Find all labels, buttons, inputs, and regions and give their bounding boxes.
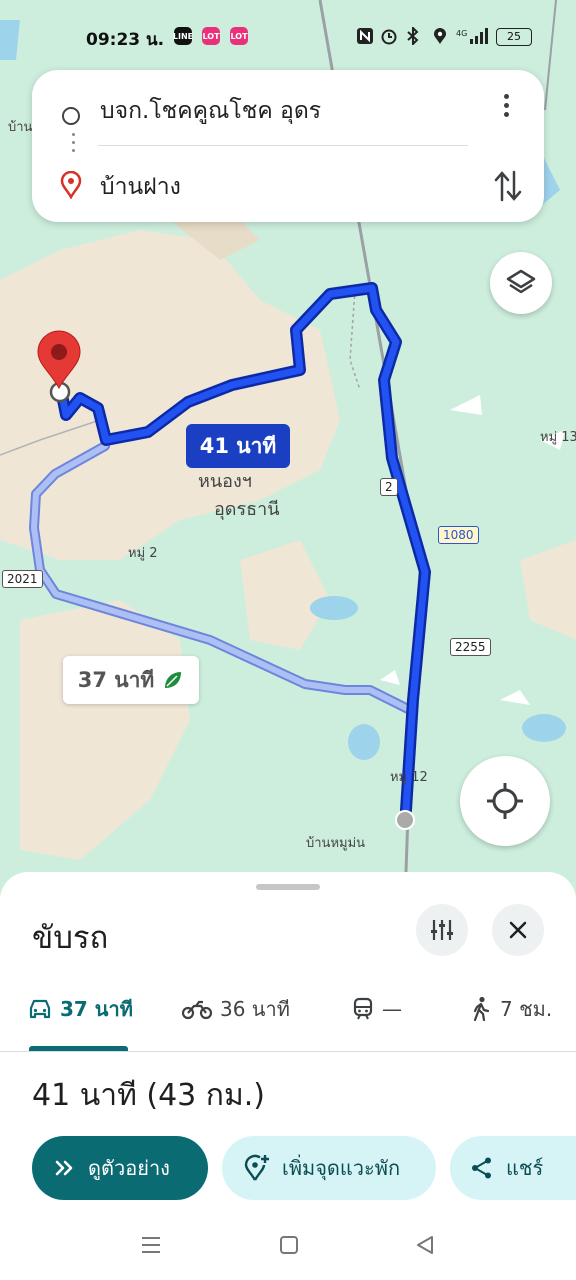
lottery-app-icon-2: LOT	[230, 27, 248, 45]
more-options-icon[interactable]	[494, 94, 518, 122]
mode-tab-walk-label: 7 ชม.	[500, 997, 553, 1021]
signal-4g-icon: 4G	[456, 28, 488, 44]
destination-pin-outline-icon	[60, 171, 82, 199]
add-location-icon	[244, 1154, 269, 1181]
map-label-edge: บ้าน	[8, 120, 33, 135]
sheet-drag-handle[interactable]	[256, 884, 320, 890]
layers-icon	[506, 269, 536, 294]
road-shield-2021: 2021	[2, 570, 43, 588]
add-stop-button[interactable]: เพิ่มจุดแวะพัก	[222, 1136, 436, 1200]
swap-directions-icon[interactable]	[492, 166, 524, 206]
route-alt-time: 37 นาที	[77, 667, 155, 692]
directions-search-card: บจก.โชคคูณโชค อุดร บ้านฝาง	[32, 70, 544, 222]
route-options-button[interactable]	[416, 904, 468, 956]
origin-field[interactable]: บจก.โชคคูณโชค อุดร	[100, 93, 321, 129]
map-label-place-1: หนองฯ	[198, 471, 252, 492]
close-button[interactable]	[492, 904, 544, 956]
motorbike-icon	[182, 1000, 212, 1020]
close-icon	[509, 921, 527, 939]
layers-button[interactable]	[490, 252, 552, 314]
route-summary: 41 นาที (43 กม.)	[32, 1078, 265, 1113]
origin-row[interactable]: บจก.โชคคูณโชค อุดร	[32, 78, 544, 138]
crosshair-icon	[487, 783, 523, 819]
preview-button[interactable]: ดูตัวอย่าง	[32, 1136, 208, 1200]
add-stop-button-label: เพิ่มจุดแวะพัก	[282, 1156, 401, 1180]
road-shield-2: 2	[380, 478, 398, 496]
mode-tab-drive[interactable]: 37 นาที	[28, 994, 133, 1024]
system-nav-bar	[0, 1226, 576, 1266]
origin-circle-icon	[62, 107, 80, 125]
my-location-button[interactable]	[460, 756, 550, 846]
route-primary-time-bubble[interactable]: 41 นาที	[186, 424, 290, 468]
road-shield-2255: 2255	[450, 638, 491, 656]
alarm-icon	[381, 29, 397, 45]
destination-field[interactable]: บ้านฝาง	[100, 169, 181, 205]
line-app-icon: LINE	[173, 27, 193, 45]
map-label-village-13: หมู่ 13	[540, 430, 576, 445]
eco-leaf-icon	[165, 672, 182, 688]
share-button-label: แชร์	[506, 1156, 544, 1180]
share-icon	[472, 1157, 491, 1179]
recent-apps-icon[interactable]	[140, 1234, 162, 1256]
mode-tab-transit[interactable]: —	[352, 994, 402, 1024]
home-icon[interactable]	[278, 1234, 300, 1256]
preview-button-label: ดูตัวอย่าง	[88, 1156, 170, 1180]
mode-tab-motorbike-label: 36 นาที	[220, 997, 290, 1021]
nfc-icon	[357, 28, 373, 44]
lottery-app-icon: LOT	[202, 27, 220, 45]
status-bar: 09:23 น. LINE LOT LOT 4G 25	[0, 22, 576, 52]
share-button[interactable]: แชร์	[450, 1136, 576, 1200]
map-label-village-2: หมู่ 2	[128, 546, 158, 561]
directions-bottom-sheet: ขับรถ 37 นาที 36 นาที — 7 ชม. 41 นาที (4…	[0, 872, 576, 1280]
sheet-title: ขับรถ	[32, 920, 109, 956]
transit-icon	[353, 997, 373, 1020]
map-label-place-2: อุดรธานี	[214, 499, 280, 520]
back-icon[interactable]	[414, 1234, 436, 1256]
car-icon	[29, 999, 51, 1019]
map-label-village-12: หมู่ 12	[390, 770, 428, 785]
location-status-icon	[434, 28, 446, 44]
map-label-ban-mu-mon: บ้านหมูม่น	[306, 836, 366, 851]
svg-text:4G: 4G	[456, 29, 467, 38]
walk-icon	[473, 996, 490, 1022]
road-shield-1080: 1080	[438, 526, 479, 544]
search-divider	[98, 145, 468, 146]
mode-tab-transit-label: —	[382, 997, 402, 1021]
double-chevron-icon	[55, 1160, 73, 1176]
bluetooth-icon	[407, 27, 419, 45]
mode-tab-motorbike[interactable]: 36 นาที	[182, 994, 290, 1024]
battery-indicator: 25	[496, 28, 532, 46]
route-alt-time-bubble[interactable]: 37 นาที	[63, 656, 199, 704]
status-time: 09:23 น.	[86, 30, 165, 50]
mode-tab-walk[interactable]: 7 ชม.	[470, 994, 552, 1024]
mode-tabs-divider	[0, 1051, 576, 1052]
mode-tab-drive-label: 37 นาที	[60, 997, 133, 1021]
route-primary-time: 41 นาที	[199, 433, 277, 458]
destination-row[interactable]: บ้านฝาง	[32, 154, 544, 214]
tune-icon	[431, 920, 453, 940]
